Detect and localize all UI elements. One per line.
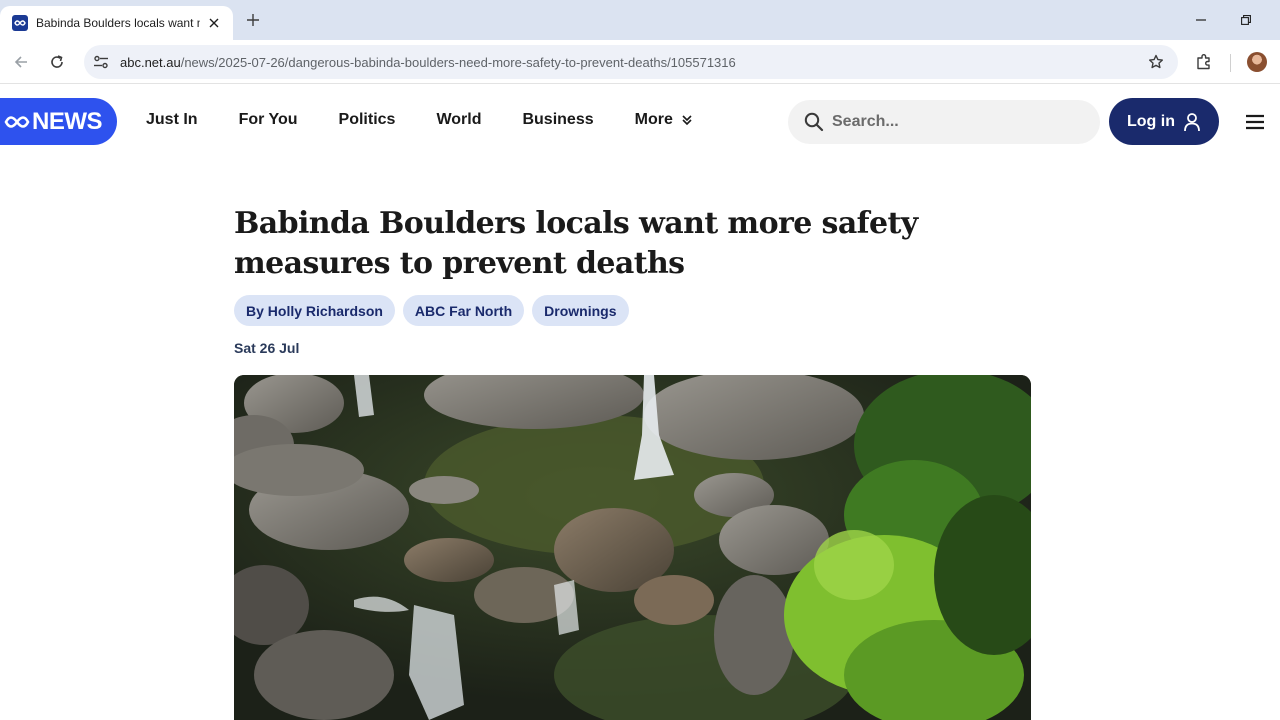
login-button[interactable]: Log in bbox=[1109, 98, 1219, 145]
search-input[interactable]: Search... bbox=[788, 100, 1100, 144]
nav-business[interactable]: Business bbox=[522, 111, 593, 129]
toolbar-divider bbox=[1230, 54, 1231, 72]
source-chip[interactable]: ABC Far North bbox=[402, 295, 525, 326]
extensions-puzzle-icon[interactable] bbox=[1194, 52, 1214, 72]
hamburger-menu-icon[interactable] bbox=[1244, 111, 1266, 133]
hero-image bbox=[234, 375, 1031, 720]
bookmark-star-icon[interactable] bbox=[1146, 52, 1166, 72]
search-placeholder: Search... bbox=[832, 113, 899, 130]
restore-icon[interactable] bbox=[1236, 10, 1256, 30]
tab-close-icon[interactable] bbox=[206, 15, 222, 31]
login-label: Log in bbox=[1127, 112, 1175, 130]
site-info-icon[interactable] bbox=[86, 47, 116, 77]
topic-chip[interactable]: Drownings bbox=[532, 295, 629, 326]
abc-news-logo[interactable]: NEWS bbox=[0, 98, 117, 145]
article-headline: Babinda Boulders locals want more safety… bbox=[234, 206, 918, 281]
abc-favicon-icon bbox=[12, 15, 28, 31]
nav-more-label: More bbox=[634, 111, 673, 128]
browser-tab-strip: Babinda Boulders locals want more safety… bbox=[0, 0, 1280, 40]
abc-lissajous-icon bbox=[4, 115, 30, 128]
reload-icon[interactable] bbox=[47, 52, 67, 72]
nav-world[interactable]: World bbox=[436, 111, 481, 129]
article-byline-chips: By Holly Richardson ABC Far North Drowni… bbox=[234, 295, 637, 326]
address-bar[interactable]: abc.net.au/news/2025-07-26/dangerous-bab… bbox=[84, 45, 1178, 79]
waterfall-boulders-photo bbox=[234, 375, 1031, 720]
nav-more[interactable]: More bbox=[635, 111, 693, 129]
url-path: /news/2025-07-26/dangerous-babinda-bould… bbox=[180, 54, 736, 70]
tab-title: Babinda Boulders locals want more safety… bbox=[36, 16, 200, 30]
author-chip[interactable]: By Holly Richardson bbox=[234, 295, 395, 326]
url-text: abc.net.au/news/2025-07-26/dangerous-bab… bbox=[120, 55, 736, 70]
nav-politics[interactable]: Politics bbox=[339, 111, 396, 129]
publish-date: Sat 26 Jul bbox=[234, 340, 300, 356]
main-nav: Just In For You Politics World Business … bbox=[146, 111, 693, 129]
site-header: NEWS Just In For You Politics World Busi… bbox=[0, 85, 1280, 159]
search-icon bbox=[804, 112, 824, 132]
user-icon bbox=[1184, 112, 1200, 131]
nav-just-in[interactable]: Just In bbox=[146, 111, 198, 129]
double-chevron-down-icon bbox=[682, 115, 692, 126]
profile-avatar[interactable] bbox=[1247, 52, 1267, 72]
browser-tab[interactable]: Babinda Boulders locals want more safety… bbox=[0, 6, 233, 40]
nav-for-you[interactable]: For You bbox=[239, 111, 298, 129]
logo-text: NEWS bbox=[32, 107, 103, 135]
back-arrow-icon[interactable] bbox=[11, 52, 31, 72]
browser-toolbar: abc.net.au/news/2025-07-26/dangerous-bab… bbox=[0, 40, 1280, 84]
url-host: abc.net.au bbox=[120, 54, 181, 70]
new-tab-icon[interactable] bbox=[243, 10, 263, 30]
minimize-icon[interactable] bbox=[1191, 10, 1211, 30]
